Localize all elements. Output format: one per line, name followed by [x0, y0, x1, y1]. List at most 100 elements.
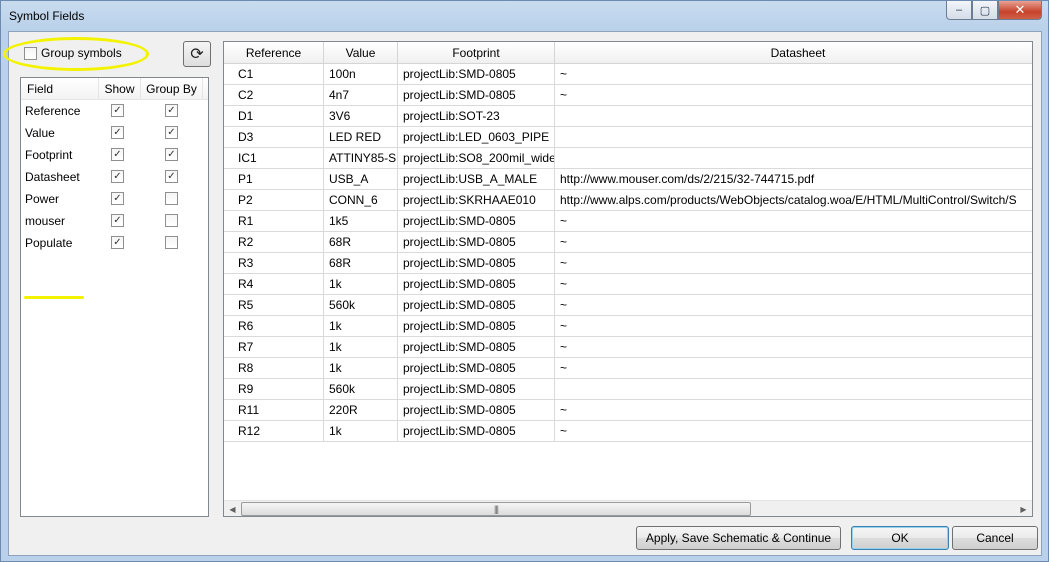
- table-row[interactable]: R2 68R projectLib:SMD-0805 ~: [224, 232, 1032, 253]
- cell-reference[interactable]: D1: [224, 106, 324, 127]
- cell-footprint[interactable]: projectLib:SMD-0805: [398, 421, 555, 442]
- cell-value[interactable]: 1k5: [324, 211, 398, 232]
- cell-footprint[interactable]: projectLib:SMD-0805: [398, 337, 555, 358]
- field-row-mouser[interactable]: mouser ✓: [21, 210, 208, 232]
- cell-reference[interactable]: R6: [224, 316, 324, 337]
- cell-datasheet[interactable]: ~: [555, 274, 1032, 295]
- cell-value[interactable]: 1k: [324, 421, 398, 442]
- cell-value[interactable]: 68R: [324, 253, 398, 274]
- column-header-group-by[interactable]: Group By: [141, 78, 203, 100]
- group-symbols-option[interactable]: Group symbols: [24, 46, 122, 60]
- column-header-reference[interactable]: Reference: [224, 42, 324, 64]
- table-row[interactable]: C1 100n projectLib:SMD-0805 ~: [224, 64, 1032, 85]
- group-by-checkbox[interactable]: [165, 236, 178, 249]
- group-by-checkbox[interactable]: ✓: [165, 170, 178, 183]
- cell-datasheet[interactable]: [555, 106, 1032, 127]
- cell-reference[interactable]: R11: [224, 400, 324, 421]
- cell-datasheet[interactable]: http://www.alps.com/products/WebObjects/…: [555, 190, 1032, 211]
- scrollbar-thumb[interactable]: |||: [241, 502, 751, 516]
- close-button[interactable]: ✕: [998, 1, 1042, 20]
- cell-value[interactable]: 4n7: [324, 85, 398, 106]
- table-row[interactable]: R9 560k projectLib:SMD-0805: [224, 379, 1032, 400]
- cell-footprint[interactable]: projectLib:SO8_200mil_wide: [398, 148, 555, 169]
- cell-reference[interactable]: C1: [224, 64, 324, 85]
- cell-value[interactable]: LED RED: [324, 127, 398, 148]
- cell-datasheet[interactable]: ~: [555, 211, 1032, 232]
- cell-value[interactable]: 1k: [324, 358, 398, 379]
- group-by-checkbox[interactable]: [165, 192, 178, 205]
- cell-value[interactable]: CONN_6: [324, 190, 398, 211]
- group-by-checkbox[interactable]: ✓: [165, 126, 178, 139]
- cell-footprint[interactable]: projectLib:SMD-0805: [398, 232, 555, 253]
- table-row[interactable]: R7 1k projectLib:SMD-0805 ~: [224, 337, 1032, 358]
- table-row[interactable]: R1 1k5 projectLib:SMD-0805 ~: [224, 211, 1032, 232]
- cell-value[interactable]: 1k: [324, 316, 398, 337]
- cell-reference[interactable]: R3: [224, 253, 324, 274]
- cell-footprint[interactable]: projectLib:SMD-0805: [398, 358, 555, 379]
- cell-value[interactable]: ATTINY85-S: [324, 148, 398, 169]
- cell-reference[interactable]: R1: [224, 211, 324, 232]
- field-row-populate[interactable]: Populate ✓: [21, 232, 208, 254]
- cell-reference[interactable]: P1: [224, 169, 324, 190]
- show-checkbox[interactable]: ✓: [111, 104, 124, 117]
- field-row-power[interactable]: Power ✓: [21, 188, 208, 210]
- group-by-checkbox[interactable]: [165, 214, 178, 227]
- table-row[interactable]: R6 1k projectLib:SMD-0805 ~: [224, 316, 1032, 337]
- table-row[interactable]: R8 1k projectLib:SMD-0805 ~: [224, 358, 1032, 379]
- table-row[interactable]: P1 USB_A projectLib:USB_A_MALE http://www.m…: [224, 169, 1032, 190]
- title-bar[interactable]: Symbol Fields – ▢ ✕: [1, 1, 1048, 31]
- cell-footprint[interactable]: projectLib:LED_0603_PIPE: [398, 127, 555, 148]
- cell-footprint[interactable]: projectLib:USB_A_MALE: [398, 169, 555, 190]
- column-header-field[interactable]: Field: [21, 78, 99, 100]
- table-row[interactable]: R3 68R projectLib:SMD-0805 ~: [224, 253, 1032, 274]
- cell-footprint[interactable]: projectLib:SMD-0805: [398, 85, 555, 106]
- cell-value[interactable]: 220R: [324, 400, 398, 421]
- table-row[interactable]: IC1 ATTINY85-S projectLib:SO8_200mil_wide: [224, 148, 1032, 169]
- cell-reference[interactable]: R5: [224, 295, 324, 316]
- cell-value[interactable]: 100n: [324, 64, 398, 85]
- cell-reference[interactable]: C2: [224, 85, 324, 106]
- column-header-show[interactable]: Show: [99, 78, 141, 100]
- cell-datasheet[interactable]: ~: [555, 358, 1032, 379]
- field-row-value[interactable]: Value ✓ ✓: [21, 122, 208, 144]
- cell-reference[interactable]: R12: [224, 421, 324, 442]
- cell-footprint[interactable]: projectLib:SMD-0805: [398, 274, 555, 295]
- apply-save-continue-button[interactable]: Apply, Save Schematic & Continue: [636, 526, 841, 550]
- group-by-checkbox[interactable]: ✓: [165, 104, 178, 117]
- horizontal-scrollbar[interactable]: ◀ ||| ▶: [224, 500, 1032, 516]
- cell-datasheet[interactable]: ~: [555, 232, 1032, 253]
- show-checkbox[interactable]: ✓: [111, 126, 124, 139]
- cell-reference[interactable]: R8: [224, 358, 324, 379]
- table-row[interactable]: D3 LED RED projectLib:LED_0603_PIPE: [224, 127, 1032, 148]
- refresh-button[interactable]: ⟳: [183, 41, 211, 67]
- show-checkbox[interactable]: ✓: [111, 148, 124, 161]
- scroll-right-button[interactable]: ▶: [1015, 501, 1032, 516]
- show-checkbox[interactable]: ✓: [111, 214, 124, 227]
- cell-footprint[interactable]: projectLib:SMD-0805: [398, 295, 555, 316]
- cell-datasheet[interactable]: ~: [555, 316, 1032, 337]
- column-header-value[interactable]: Value: [324, 42, 398, 64]
- table-row[interactable]: D1 3V6 projectLib:SOT-23: [224, 106, 1032, 127]
- cell-footprint[interactable]: projectLib:SMD-0805: [398, 316, 555, 337]
- cell-value[interactable]: 68R: [324, 232, 398, 253]
- cell-datasheet[interactable]: ~: [555, 253, 1032, 274]
- cell-value[interactable]: 560k: [324, 379, 398, 400]
- show-checkbox[interactable]: ✓: [111, 192, 124, 205]
- cell-reference[interactable]: P2: [224, 190, 324, 211]
- cell-footprint[interactable]: projectLib:SMD-0805: [398, 253, 555, 274]
- cell-value[interactable]: 3V6: [324, 106, 398, 127]
- column-header-footprint[interactable]: Footprint: [398, 42, 555, 64]
- cell-reference[interactable]: R9: [224, 379, 324, 400]
- cell-value[interactable]: 1k: [324, 274, 398, 295]
- cell-reference[interactable]: R4: [224, 274, 324, 295]
- cell-footprint[interactable]: projectLib:SOT-23: [398, 106, 555, 127]
- scroll-left-button[interactable]: ◀: [224, 501, 241, 516]
- cell-datasheet[interactable]: [555, 379, 1032, 400]
- column-header-datasheet[interactable]: Datasheet: [555, 42, 1032, 64]
- table-row[interactable]: R5 560k projectLib:SMD-0805 ~: [224, 295, 1032, 316]
- cell-reference[interactable]: IC1: [224, 148, 324, 169]
- cell-footprint[interactable]: projectLib:SMD-0805: [398, 64, 555, 85]
- table-row[interactable]: R4 1k projectLib:SMD-0805 ~: [224, 274, 1032, 295]
- cell-reference[interactable]: R2: [224, 232, 324, 253]
- field-row-reference[interactable]: Reference ✓ ✓: [21, 100, 208, 122]
